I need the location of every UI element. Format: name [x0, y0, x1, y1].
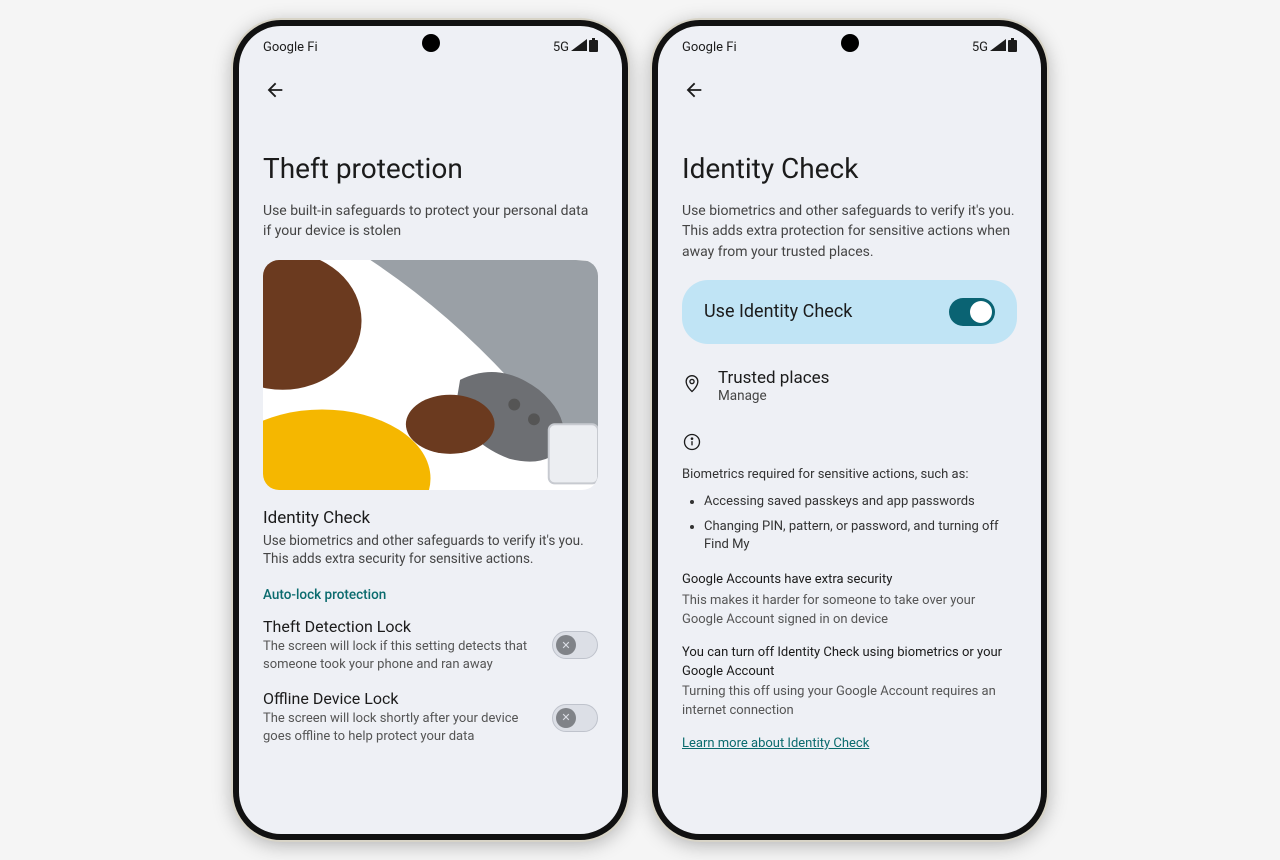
back-button[interactable] — [674, 70, 714, 110]
front-camera — [422, 34, 440, 52]
network-label: 5G — [972, 40, 988, 55]
signal-icon — [571, 39, 587, 55]
info-para-title: Google Accounts have extra security — [682, 571, 1017, 590]
setting-subtitle: The screen will lock if this setting det… — [263, 638, 540, 673]
carrier-label: Google Fi — [263, 40, 318, 55]
signal-icon — [990, 39, 1006, 55]
battery-icon — [589, 38, 598, 56]
theft-illustration — [263, 260, 598, 490]
toggle-label: Use Identity Check — [704, 301, 852, 322]
page-title: Identity Check — [682, 152, 1017, 185]
info-para-body: This makes it harder for someone to take… — [682, 592, 1017, 630]
info-para-title: You can turn off Identity Check using bi… — [682, 644, 1017, 682]
phone-right: Google Fi 5G Identity Check Use biometri… — [652, 20, 1047, 840]
section-identity-check-title: Identity Check — [263, 508, 598, 528]
info-header: Biometrics required for sensitive action… — [682, 466, 1017, 485]
battery-icon — [1008, 38, 1017, 56]
info-para-body: Turning this off using your Google Accou… — [682, 683, 1017, 721]
setting-title: Offline Device Lock — [263, 689, 540, 708]
pref-trusted-places[interactable]: Trusted places Manage — [682, 368, 1017, 404]
info-bullet-list: Accessing saved passkeys and app passwor… — [682, 493, 1017, 556]
setting-title: Theft Detection Lock — [263, 617, 540, 636]
pref-subtitle: Manage — [718, 388, 829, 404]
arrow-back-icon — [683, 79, 705, 101]
switch-identity-check[interactable] — [949, 298, 995, 326]
setting-theft-detection-lock[interactable]: Theft Detection Lock The screen will loc… — [263, 617, 598, 673]
page-title: Theft protection — [263, 152, 598, 185]
identity-check-toggle-card[interactable]: Use Identity Check — [682, 280, 1017, 344]
front-camera — [841, 34, 859, 52]
setting-offline-device-lock[interactable]: Offline Device Lock The screen will lock… — [263, 689, 598, 745]
learn-more-link[interactable]: Learn more about Identity Check — [682, 736, 869, 751]
carrier-label: Google Fi — [682, 40, 737, 55]
back-button[interactable] — [255, 70, 295, 110]
pref-title: Trusted places — [718, 368, 829, 388]
location-pin-icon — [682, 374, 702, 398]
switch-theft-detection[interactable] — [552, 631, 598, 659]
setting-subtitle: The screen will lock shortly after your … — [263, 710, 540, 745]
info-bullet: Changing PIN, pattern, or password, and … — [704, 518, 1017, 556]
screen-right: Google Fi 5G Identity Check Use biometri… — [658, 26, 1041, 834]
network-label: 5G — [553, 40, 569, 55]
section-identity-check-desc: Use biometrics and other safeguards to v… — [263, 532, 598, 570]
info-icon — [682, 432, 1017, 456]
phone-left: Google Fi 5G Theft protection Use built-… — [233, 20, 628, 840]
screen-left: Google Fi 5G Theft protection Use built-… — [239, 26, 622, 834]
switch-offline-device[interactable] — [552, 704, 598, 732]
info-bullet: Accessing saved passkeys and app passwor… — [704, 493, 1017, 512]
arrow-back-icon — [264, 79, 286, 101]
page-subtitle: Use built-in safeguards to protect your … — [263, 201, 598, 242]
page-subtitle: Use biometrics and other safeguards to v… — [682, 201, 1017, 262]
category-auto-lock: Auto-lock protection — [263, 587, 598, 603]
